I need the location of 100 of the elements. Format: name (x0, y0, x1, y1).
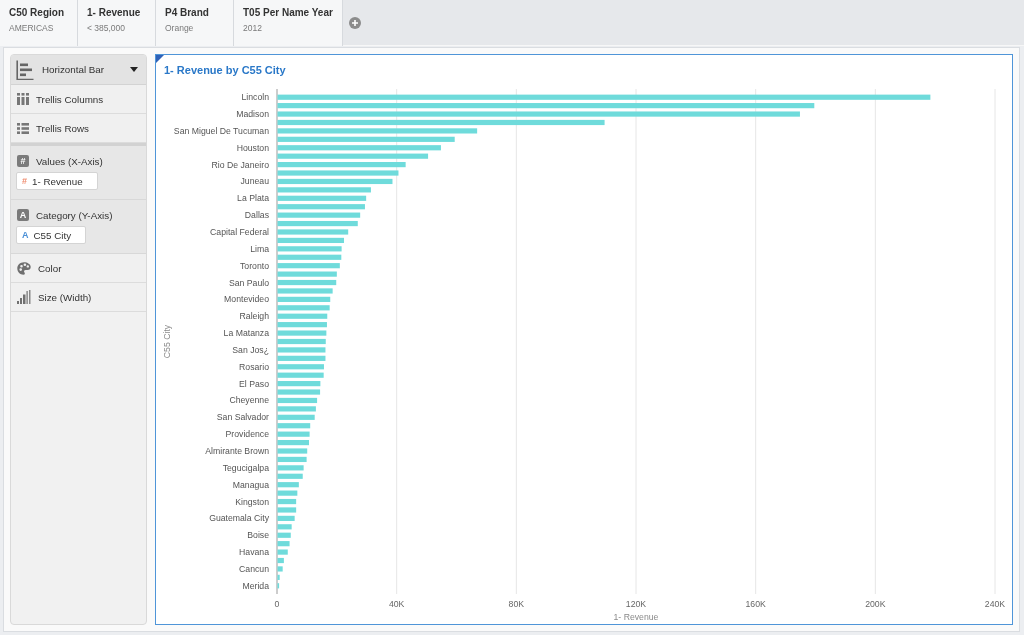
category-label: Boise (247, 530, 269, 541)
field-pill[interactable]: # 1- Revenue (16, 172, 98, 190)
revenue-bar (277, 423, 311, 429)
chart-type-dropdown[interactable]: Horizontal Bar (11, 55, 146, 85)
category-label: Tegucigalpa (222, 462, 269, 473)
chart-title: 1- Revenue by C55 City (164, 63, 286, 77)
category-label: Havana (239, 547, 269, 558)
category-label: Lincoln (241, 92, 269, 103)
revenue-bar (277, 322, 327, 328)
revenue-bar (277, 490, 298, 496)
category-label: Almirante Brown (205, 446, 269, 456)
revenue-bar (277, 305, 330, 311)
axis-title: 1- Revenue (613, 612, 659, 622)
tick-label: 80K (508, 599, 525, 609)
category-label: Houston (236, 142, 269, 153)
corner-triangle-icon (156, 55, 164, 63)
filter-chip[interactable]: 1- Revenue < 385,000 (78, 0, 156, 46)
category-label: La Matanza (223, 328, 269, 339)
revenue-bar (277, 507, 297, 513)
revenue-bar (277, 364, 324, 370)
tick-label: 240K (984, 599, 1006, 609)
category-label: San Salvador (216, 412, 269, 423)
revenue-bar (277, 347, 326, 353)
category-label: Lima (250, 243, 269, 254)
revenue-bar (277, 473, 303, 479)
category-label: Cheyenne (229, 395, 269, 406)
revenue-bar (277, 456, 307, 463)
revenue-bar (277, 583, 280, 589)
category-label: Juneau (240, 176, 269, 187)
category-label: San Paulo (228, 277, 269, 288)
revenue-bar (277, 549, 288, 555)
field-pill[interactable]: A C55 City (16, 226, 87, 244)
category-label: San Miguel De Tucuman (173, 125, 269, 136)
tick-label: 40K (388, 599, 405, 609)
revenue-bar (277, 263, 340, 269)
revenue-bar (277, 465, 304, 471)
palette-icon (17, 261, 31, 275)
category-label: Cancun (239, 563, 269, 574)
ascending-bars-icon (17, 290, 31, 304)
revenue-bar (277, 381, 321, 387)
revenue-bar (277, 440, 309, 446)
revenue-bar (277, 566, 283, 572)
revenue-bar (277, 355, 326, 361)
filter-chip[interactable]: P4 Brand Orange (156, 0, 234, 46)
revenue-bar (277, 431, 310, 437)
category-label: Rio De Janeiro (211, 159, 269, 170)
revenue-bar (277, 279, 337, 286)
tick-label: 0 (274, 599, 280, 609)
plus-icon (348, 16, 361, 29)
revenue-bar (277, 288, 333, 294)
category-label: Raleigh (239, 311, 269, 322)
category-label: Managua (232, 479, 269, 490)
revenue-bar (277, 515, 295, 521)
category-label: Montevideo (224, 294, 269, 305)
revenue-bar (277, 406, 316, 412)
category-label: Capital Federal (210, 227, 269, 237)
revenue-bar (277, 229, 349, 235)
filter-chip[interactable]: C50 Region AMERICAS (0, 0, 78, 46)
revenue-bar (277, 246, 342, 252)
revenue-bar (277, 397, 318, 404)
tick-label: 200K (865, 599, 886, 609)
revenue-bar (277, 541, 290, 547)
revenue-bar (277, 338, 326, 345)
revenue-bar (277, 372, 324, 378)
revenue-bar (277, 557, 284, 564)
revenue-bar (277, 254, 342, 260)
category-label: Rosario (239, 361, 269, 372)
category-label: Madison (236, 109, 269, 120)
caret-icon (130, 67, 138, 72)
horizontal-bar-chart-icon (16, 59, 34, 80)
revenue-bar (277, 313, 328, 319)
revenue-bar (277, 498, 297, 505)
section-label: Values (X-Axis) (36, 155, 103, 167)
hash-icon: # (22, 176, 27, 186)
revenue-bar (277, 237, 344, 243)
add-filter-button[interactable] (346, 14, 363, 31)
revenue-bar (277, 532, 291, 538)
tick-label: 160K (745, 599, 766, 609)
category-label: El Paso (239, 378, 269, 389)
letter-icon: A (17, 209, 29, 221)
category-label: La Plata (237, 193, 269, 204)
category-label: San Jos¿ (232, 344, 269, 355)
rows-icon (17, 122, 29, 134)
revenue-bar (277, 330, 327, 336)
revenue-bar (277, 482, 299, 488)
section-label: Category (Y-Axis) (36, 209, 113, 221)
category-label: Toronto (240, 260, 269, 271)
tick-label: 120K (625, 599, 647, 609)
category-label: Dallas (244, 210, 269, 221)
revenue-bar (277, 296, 331, 302)
letter-icon: A (22, 230, 29, 240)
filter-chip[interactable]: T05 Per Name Year 2012 (234, 0, 343, 46)
category-label: Merida (242, 580, 269, 591)
revenue-bar (277, 524, 292, 530)
category-label: Providence (225, 429, 269, 440)
revenue-bar (277, 271, 337, 277)
revenue-bar (277, 574, 280, 580)
revenue-bar (277, 414, 315, 420)
hash-icon: # (17, 155, 29, 167)
axis-title: C55 City (162, 324, 172, 359)
